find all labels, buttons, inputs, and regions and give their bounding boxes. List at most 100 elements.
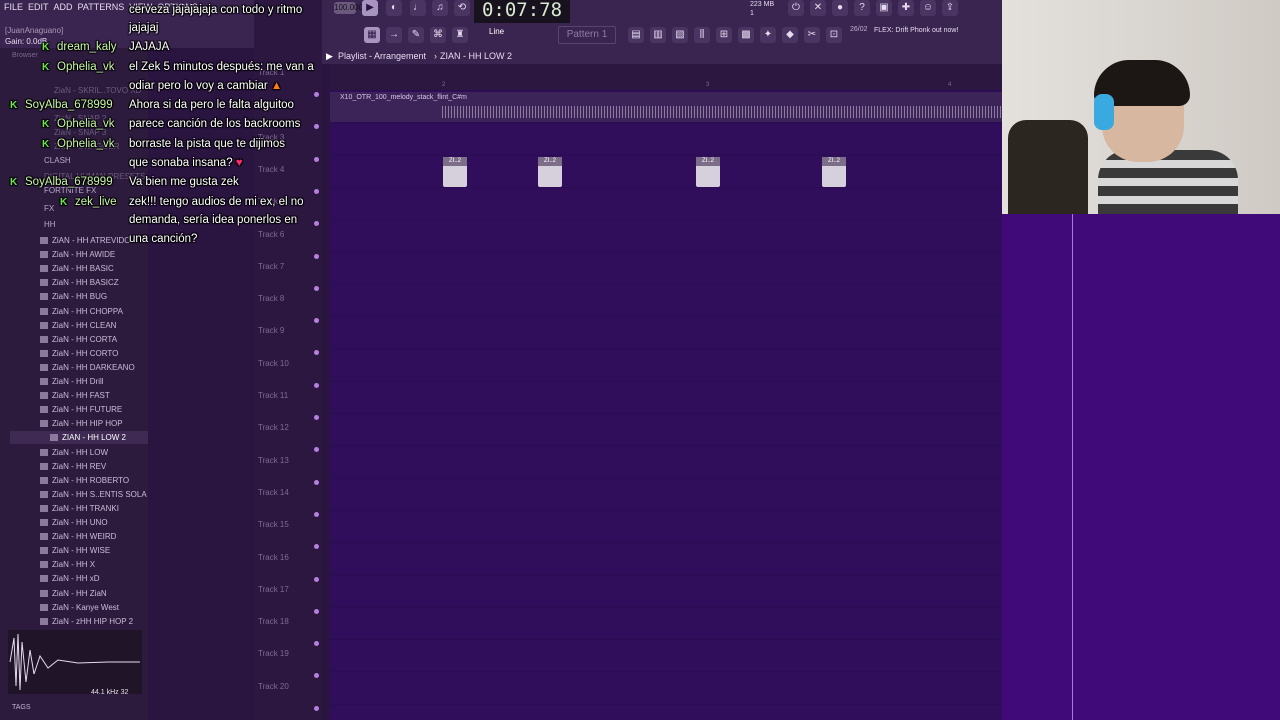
folder-hh[interactable]: HH — [44, 220, 56, 229]
menu-patterns[interactable]: PATTERNS — [78, 2, 125, 12]
file-item[interactable]: ZiaN - HH ZiaN — [40, 587, 107, 600]
file-item[interactable]: ZiaN - HH FUTURE — [40, 403, 122, 416]
track-label[interactable]: Track 7 — [258, 262, 284, 271]
track-label[interactable]: Track 10 — [258, 359, 289, 368]
stamp-icon[interactable]: ♜ — [452, 27, 468, 43]
track-mute-dot[interactable] — [314, 221, 319, 227]
menu-file[interactable]: FILE — [4, 2, 23, 12]
file-item[interactable]: ZiaN - HH WISE — [40, 544, 110, 557]
mixer-view-icon[interactable]: ⫼ — [694, 27, 710, 43]
timeline-ruler[interactable]: 2 3 4 — [330, 64, 1002, 90]
playlist-mode-icon[interactable]: ▦ — [364, 27, 380, 43]
export-icon[interactable]: ⇪ — [942, 0, 958, 16]
arrow-right-icon[interactable]: ▶ — [326, 51, 333, 62]
track-mute-dot[interactable] — [314, 479, 319, 485]
track-mute-dot[interactable] — [314, 188, 319, 194]
file-item[interactable]: ZiaN - HH LOW — [40, 446, 108, 459]
chat-username[interactable]: K Ophelia_vk — [42, 118, 115, 130]
file-item[interactable]: ZiaN - HH REV — [40, 460, 106, 473]
track-label[interactable]: Track 8 — [258, 294, 284, 303]
track-label[interactable]: Track 18 — [258, 617, 289, 626]
file-item[interactable]: ZiaN - zHH HIP HOP 2 — [40, 615, 133, 628]
pattern-clip[interactable]: ZI..2 — [443, 157, 467, 187]
menu-edit[interactable]: EDIT — [28, 2, 49, 12]
track-label[interactable]: Track 14 — [258, 488, 289, 497]
file-item[interactable]: ZiaN - HH CLEAN — [40, 319, 116, 332]
play-button[interactable]: ▶ — [362, 0, 378, 16]
track-mute-dot[interactable] — [314, 350, 319, 356]
tree-icon[interactable]: ⊞ — [716, 27, 732, 43]
mixer-icon[interactable]: ✕ — [810, 0, 826, 16]
file-item[interactable]: ZiaN - HH xD — [40, 572, 100, 585]
tempo-display[interactable]: 100.000 — [334, 2, 363, 14]
pattern-song-icon[interactable]: ◐ — [386, 0, 402, 16]
channel-rack-icon[interactable]: ▤ — [628, 27, 644, 43]
file-item[interactable]: ZiaN - HH BASIC — [40, 262, 114, 275]
file-item[interactable]: ZiaN - HH BASICZ — [40, 276, 119, 289]
pattern-clip[interactable]: ZI..2 — [538, 157, 562, 187]
track-mute-dot[interactable] — [314, 641, 319, 647]
menu-add[interactable]: ADD — [54, 2, 73, 12]
audio-clip[interactable]: X10_OTR_100_melody_stack_flint_C#m — [330, 92, 1002, 122]
track-mute-dot[interactable] — [314, 124, 319, 130]
sample-preview[interactable] — [8, 630, 142, 694]
track-mute-dot[interactable] — [314, 318, 319, 324]
track-label[interactable]: Track 19 — [258, 649, 289, 658]
track-mute-dot[interactable] — [314, 253, 319, 259]
pattern-clip[interactable]: ZI..2 — [696, 157, 720, 187]
track-label[interactable]: Track 17 — [258, 585, 289, 594]
track-mute-dot[interactable] — [314, 608, 319, 614]
mic-icon[interactable]: ● — [832, 0, 848, 16]
track-label[interactable]: Track 20 — [258, 682, 289, 691]
track-label[interactable]: Track 16 — [258, 553, 289, 562]
track-label[interactable]: Track 9 — [258, 326, 284, 335]
help-icon[interactable]: ? — [854, 0, 870, 16]
chat-username[interactable]: K SoyAlba_678999 — [10, 176, 113, 188]
chat-username[interactable]: K Ophelia_vk — [42, 61, 115, 73]
cart-icon[interactable]: ⊡ — [826, 27, 842, 43]
track-mute-dot[interactable] — [314, 447, 319, 453]
chat-username[interactable]: Kzek_live — [60, 196, 117, 208]
file-item[interactable]: ZiaN - HH S..ENTIS SOLA — [40, 488, 147, 501]
track-mute-dot[interactable] — [314, 415, 319, 420]
track-mute-dot[interactable] — [314, 285, 319, 291]
metronome-icon[interactable]: ♩ — [410, 0, 426, 16]
file-item[interactable]: ZIAN - HH LOW 2 — [10, 431, 148, 445]
song-time-display[interactable]: 0:07:78 — [474, 0, 570, 23]
folder-fx[interactable]: FX — [44, 204, 54, 213]
plugin-picker-icon[interactable]: ✦ — [760, 27, 776, 43]
track-mute-dot[interactable] — [314, 544, 319, 550]
file-item[interactable]: ZiaN - HH CHOPPA — [40, 305, 123, 318]
draw-icon[interactable]: ✎ — [408, 27, 424, 43]
file-item[interactable]: ZiaN - HH DARKEANO — [40, 361, 135, 374]
track-label[interactable]: Track 11 — [258, 391, 288, 400]
playhead[interactable] — [1072, 214, 1073, 720]
track-mute-dot[interactable] — [314, 705, 319, 711]
track-mute-dot[interactable] — [314, 576, 319, 582]
file-item[interactable]: ZiaN - HH BUG — [40, 290, 107, 303]
news-panel[interactable]: 26/02 FLEX: Drift Phonk out now! — [846, 22, 1002, 46]
track-label[interactable]: Track 12 — [258, 423, 289, 432]
track-label[interactable]: Track 6 — [258, 230, 284, 239]
pattern-selector[interactable]: Pattern 1 — [558, 26, 616, 44]
file-item[interactable]: ZiaN - HH TRANKI — [40, 502, 119, 515]
file-item[interactable]: ZiaN - HH ROBERTO — [40, 474, 129, 487]
playlist-breadcrumb[interactable]: ZIAN - HH LOW 2 — [440, 51, 512, 61]
track-label[interactable]: Track 15 — [258, 520, 289, 529]
track-mute-dot[interactable] — [314, 92, 319, 97]
project-icon[interactable]: ▩ — [738, 27, 754, 43]
browser-icon[interactable]: ▧ — [672, 27, 688, 43]
file-item[interactable]: ZiAN - HH ATREVIDO — [40, 234, 131, 247]
tags-label[interactable]: TAGS — [12, 704, 31, 711]
snap-mode[interactable]: Line — [489, 27, 504, 36]
pattern-clip[interactable]: ZI..2 — [822, 157, 846, 187]
chat-icon[interactable]: ☺ — [920, 0, 936, 16]
track-mute-dot[interactable] — [314, 673, 319, 679]
track-mute-dot[interactable] — [314, 511, 319, 517]
track-label[interactable]: Track 13 — [258, 456, 289, 465]
reset-icon[interactable]: ⏻ — [788, 0, 804, 16]
file-item[interactable]: ZiaN - HH UNO — [40, 516, 108, 529]
file-item[interactable]: ZiaN - HH CORTA — [40, 333, 117, 346]
track-mute-dot[interactable] — [314, 382, 319, 388]
file-item[interactable]: ZiaN - HH X — [40, 558, 95, 571]
